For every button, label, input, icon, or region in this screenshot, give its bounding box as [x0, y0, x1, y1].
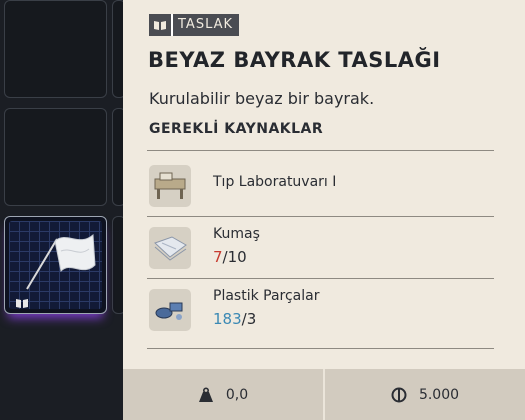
weight-icon — [198, 386, 213, 402]
requirement-name: Tıp Laboratuvarı I — [213, 174, 337, 190]
fabric-icon — [149, 227, 191, 269]
needed-count: /10 — [222, 248, 247, 266]
blueprint-tooltip: TASLAK BEYAZ BAYRAK TASLAĞI Kurulabilir … — [123, 0, 525, 420]
white-flag-blueprint-slot[interactable] — [4, 216, 107, 314]
requirement-row: Kumaş 7/10 — [147, 217, 494, 277]
plastic-parts-icon — [149, 289, 191, 331]
needed-count: /3 — [241, 310, 257, 328]
owned-count: 7 — [213, 248, 223, 266]
requirement-name: Plastik Parçalar — [213, 288, 320, 304]
requirement-row: Plastik Parçalar 183/3 — [147, 279, 494, 339]
requirement-count: 183/3 — [213, 310, 256, 328]
tooltip-footer: 0,0 5.000 — [123, 369, 525, 420]
item-title: BEYAZ BAYRAK TASLAĞI — [148, 48, 441, 72]
requirement-row: Tıp Laboratuvarı I — [147, 155, 494, 215]
price-cell: 5.000 — [325, 369, 525, 420]
weight-cell: 0,0 — [123, 369, 323, 420]
requirement-name: Kumaş — [213, 226, 260, 242]
coin-icon — [391, 387, 407, 402]
blueprint-book-icon — [149, 14, 171, 36]
price-value: 5.000 — [418, 386, 460, 403]
blueprint-book-icon — [16, 299, 28, 308]
resources-heading: GEREKLİ KAYNAKLAR — [149, 121, 324, 137]
tag-label: TASLAK — [173, 14, 240, 36]
item-description: Kurulabilir beyaz bir bayrak. — [149, 89, 375, 108]
inventory-slot[interactable] — [4, 0, 107, 98]
divider — [147, 348, 494, 349]
medical-lab-icon — [149, 165, 191, 207]
owned-count: 183 — [213, 310, 242, 328]
requirement-count: 7/10 — [213, 248, 247, 266]
inventory-slot[interactable] — [4, 108, 107, 206]
divider — [147, 150, 494, 151]
weight-value: 0,0 — [225, 386, 249, 403]
blueprint-tag: TASLAK — [149, 14, 240, 36]
